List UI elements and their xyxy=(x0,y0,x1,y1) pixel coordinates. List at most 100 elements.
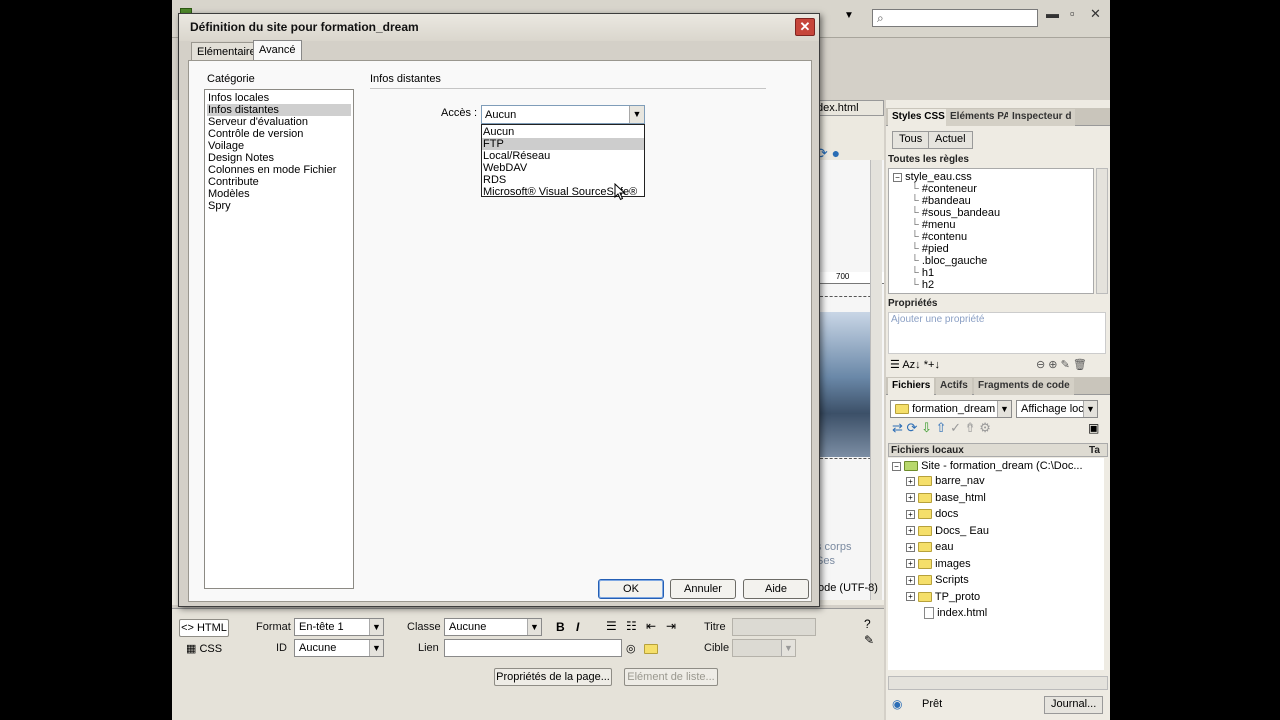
mode-tous-button[interactable]: Tous xyxy=(892,131,930,149)
get-arrow-icon[interactable]: ⇩ xyxy=(921,420,932,435)
stylesheet-node[interactable]: − style_eau.css xyxy=(893,171,972,183)
chevron-down-icon[interactable]: ▼ xyxy=(629,106,644,123)
document-scrollbar[interactable] xyxy=(870,160,882,600)
set-properties-icon[interactable]: *+↓ xyxy=(924,359,940,371)
ok-button[interactable]: OK xyxy=(598,579,664,599)
css-rules-tree[interactable]: − style_eau.css └ #conteneur └ #bandeau └ … xyxy=(888,168,1094,294)
tab-avance[interactable]: Avancé xyxy=(253,40,302,61)
css-rule-item[interactable]: └ h2 xyxy=(911,279,934,291)
unordered-list-icon[interactable]: ☰ xyxy=(606,619,617,633)
folder-item[interactable]: + Docs_ Eau xyxy=(906,525,989,537)
tab-fragments[interactable]: Fragments de code xyxy=(974,378,1074,395)
expand-icon[interactable]: + xyxy=(906,559,915,569)
folder-item[interactable]: + Scripts xyxy=(906,574,969,586)
quick-tag-icon[interactable]: ✎ xyxy=(864,633,874,647)
site-select[interactable]: formation_dream ▼ xyxy=(890,400,1012,418)
document-tab[interactable]: dex.html xyxy=(812,100,884,116)
tab-elementaire[interactable]: Elémentaire xyxy=(191,42,262,61)
css-rule-item[interactable]: └ #pied xyxy=(911,243,949,255)
page-properties-button[interactable]: Propriétés de la page... xyxy=(494,668,612,686)
acces-option[interactable]: Local/Réseau xyxy=(482,150,644,162)
ordered-list-icon[interactable]: ☷ xyxy=(626,619,637,633)
folder-item[interactable]: + barre_nav xyxy=(906,475,985,487)
rules-scrollbar[interactable] xyxy=(1096,168,1108,294)
edit-rule-icon[interactable]: ✎ xyxy=(1061,359,1070,371)
category-view-icon[interactable]: ☰ xyxy=(890,359,900,371)
tab-elements-pa[interactable]: Eléments PA xyxy=(946,109,1015,126)
maximize-icon[interactable]: ▫ xyxy=(1070,6,1075,21)
category-item[interactable]: Serveur d'évaluation xyxy=(207,116,351,128)
lien-input[interactable] xyxy=(444,639,622,657)
view-select[interactable]: Affichage loca ▼ xyxy=(1016,400,1098,418)
folder-item[interactable]: + eau xyxy=(906,541,953,553)
category-item[interactable]: Spry xyxy=(207,200,351,212)
css-rule-item[interactable]: └ .bloc_gauche xyxy=(911,255,987,267)
help-button[interactable]: Aide xyxy=(743,579,809,599)
acces-option[interactable]: FTP xyxy=(482,138,644,150)
category-item[interactable]: Infos locales xyxy=(207,92,351,104)
minimize-icon[interactable]: ▬ xyxy=(1046,6,1059,21)
expand-icon[interactable]: + xyxy=(906,575,915,585)
connect-icon[interactable]: ⇄ xyxy=(892,420,903,435)
folder-item[interactable]: + base_html xyxy=(906,492,986,504)
help-icon[interactable]: ? xyxy=(864,617,871,631)
sync-icon[interactable]: ⚙ xyxy=(979,420,991,435)
files-h-scrollbar[interactable] xyxy=(888,676,1108,690)
chevron-down-icon[interactable]: ▼ xyxy=(844,10,854,21)
app-close-icon[interactable]: ✕ xyxy=(1090,6,1101,22)
collapse-icon[interactable]: − xyxy=(892,461,901,471)
css-rule-item[interactable]: └ #sous_bandeau xyxy=(911,207,1000,219)
folder-item[interactable]: + docs xyxy=(906,508,958,520)
acces-option[interactable]: WebDAV xyxy=(482,162,644,174)
point-to-file-icon[interactable]: ◎ xyxy=(626,642,636,655)
bold-button[interactable]: B xyxy=(556,620,565,634)
dialog-titlebar[interactable]: Définition du site pour formation_dream … xyxy=(179,14,819,41)
category-item[interactable]: Infos distantes xyxy=(207,104,351,116)
classe-select[interactable]: Aucune ▼ xyxy=(444,618,542,636)
category-item[interactable]: Colonnes en mode Fichier xyxy=(207,164,351,176)
tab-fichiers[interactable]: Fichiers xyxy=(888,378,935,395)
acces-select[interactable]: Aucun ▼ xyxy=(481,105,645,124)
outdent-icon[interactable]: ⇤ xyxy=(646,619,656,633)
close-icon[interactable]: ✕ xyxy=(795,18,815,36)
css-rule-item[interactable]: └ #contenu xyxy=(911,231,967,243)
expand-icon[interactable]: + xyxy=(906,493,915,503)
css-rule-item[interactable]: └ #menu xyxy=(911,219,956,231)
category-item[interactable]: Contrôle de version xyxy=(207,128,351,140)
site-root-node[interactable]: − Site - formation_dream (C:\Doc... xyxy=(892,460,1083,472)
attach-style-icon[interactable]: ⊖ xyxy=(1036,359,1045,371)
tab-inspecteur[interactable]: Inspecteur d xyxy=(1008,109,1076,126)
css-rule-item[interactable]: └ #conteneur xyxy=(911,183,977,195)
new-rule-icon[interactable]: ⊕ xyxy=(1048,359,1057,371)
expand-icon[interactable]: + xyxy=(906,526,915,536)
expand-icon[interactable]: + xyxy=(906,542,915,552)
folder-item[interactable]: + images xyxy=(906,558,971,570)
tab-styles-css[interactable]: Styles CSS xyxy=(888,109,949,126)
checkin-icon[interactable]: ⇮ xyxy=(965,420,976,435)
category-item[interactable]: Voilage xyxy=(207,140,351,152)
expand-icon[interactable]: + xyxy=(906,509,915,519)
category-list[interactable]: Infos locales Infos distantes Serveur d'év… xyxy=(204,89,354,589)
id-select[interactable]: Aucune ▼ xyxy=(294,639,384,657)
put-arrow-icon[interactable]: ⇧ xyxy=(936,420,947,435)
italic-button[interactable]: I xyxy=(576,620,579,634)
category-item[interactable]: Design Notes xyxy=(207,152,351,164)
cancel-button[interactable]: Annuler xyxy=(670,579,736,599)
folder-icon[interactable] xyxy=(644,644,658,654)
mode-actuel-button[interactable]: Actuel xyxy=(928,131,973,149)
journal-button[interactable]: Journal... xyxy=(1044,696,1104,714)
html-mode-button[interactable]: <> HTML xyxy=(179,619,229,637)
expand-icon[interactable]: + xyxy=(906,592,915,602)
css-rule-item[interactable]: └ h1 xyxy=(911,267,934,279)
delete-rule-icon[interactable]: 🗑 xyxy=(1073,359,1087,371)
format-select[interactable]: En-tête 1 ▼ xyxy=(294,618,384,636)
collapse-icon[interactable]: − xyxy=(893,172,902,182)
css-mode-button[interactable]: ▦ CSS xyxy=(186,642,222,655)
category-item[interactable]: Modèles xyxy=(207,188,351,200)
help-search-input[interactable]: ⌕ xyxy=(872,9,1038,27)
indent-icon[interactable]: ⇥ xyxy=(666,619,676,633)
expand-icon[interactable]: + xyxy=(906,476,915,486)
add-property-link[interactable]: Ajouter une propriété xyxy=(891,314,984,325)
css-rule-item[interactable]: └ #bandeau xyxy=(911,195,971,207)
acces-option[interactable]: Aucun xyxy=(482,126,644,138)
